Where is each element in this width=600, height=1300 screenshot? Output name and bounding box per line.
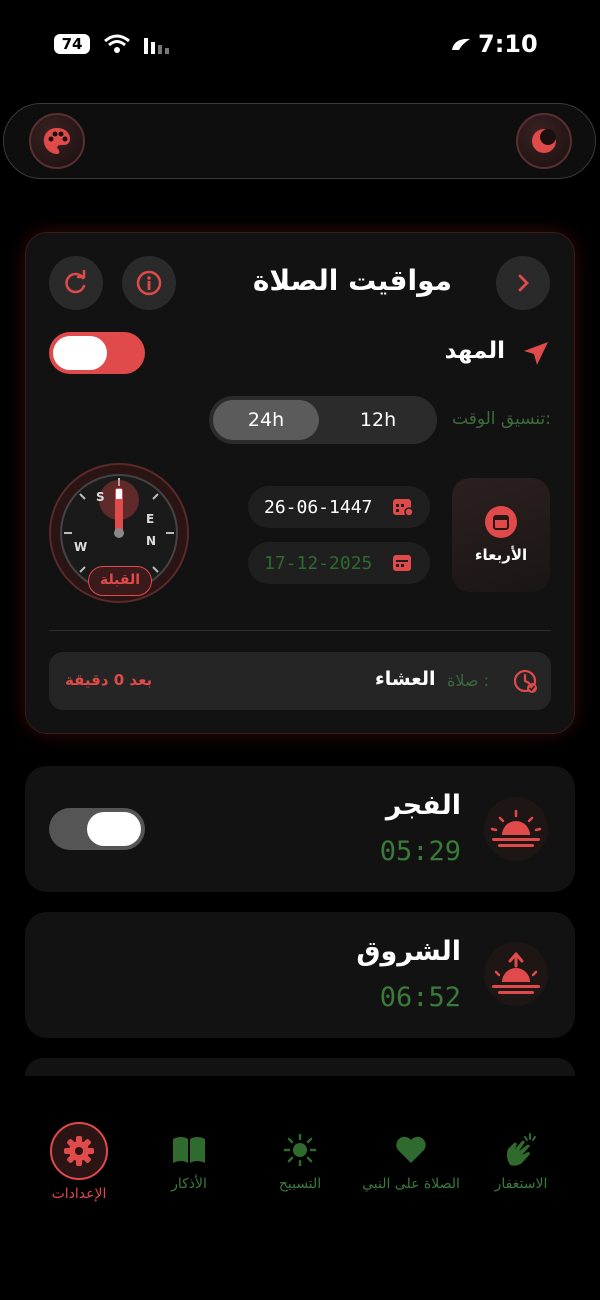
sun-rise-arrow-icon	[484, 942, 548, 1006]
prayer-time: 06:52	[379, 982, 461, 1013]
gregorian-date: 17-12-2025	[264, 553, 373, 574]
wifi-icon	[104, 34, 130, 54]
hands-icon	[501, 1130, 541, 1170]
info-icon	[136, 270, 162, 296]
time-format-switch: 24h 12h	[209, 396, 437, 444]
auto-location-toggle[interactable]	[49, 332, 145, 374]
refresh-icon	[63, 270, 89, 296]
prayer-row-partial[interactable]	[25, 1058, 575, 1076]
gear-icon	[50, 1122, 108, 1180]
hijri-date: 26-06-1447	[264, 497, 373, 518]
nav-salawat[interactable]: الصلاة على النبي	[356, 1130, 466, 1192]
hijri-date-pill: 26-06-1447	[248, 486, 430, 528]
compass-dir-w: W	[74, 540, 88, 554]
gregorian-date-pill: 17-12-2025	[248, 542, 430, 584]
nav-settings[interactable]: الإعدادات	[24, 1122, 134, 1202]
prayer-name: الفجر	[385, 790, 461, 821]
time-format-label: تنسيق الوقت:	[452, 409, 551, 429]
compass-dir-e: E	[146, 512, 155, 526]
sun-icon	[280, 1130, 320, 1170]
battery-level: 74	[54, 34, 90, 54]
nav-tasbih[interactable]: التسبيح	[245, 1130, 355, 1192]
signal-icon	[144, 36, 172, 54]
info-button[interactable]	[122, 256, 176, 310]
weekday-name: الأربعاء	[474, 546, 528, 564]
sunrise-icon	[484, 797, 548, 861]
page-title: مواقيت الصلاة	[252, 264, 452, 297]
next-prayer-remaining: بعد 0 دقيقة	[65, 671, 153, 689]
palette-icon	[41, 125, 73, 157]
nav-label: الصلاة على النبي	[362, 1176, 460, 1192]
nav-istighfar[interactable]: الاستغفار	[466, 1130, 576, 1192]
clock-check-icon	[513, 669, 539, 695]
chevron-right-icon	[513, 273, 533, 293]
status-time: 7:10	[478, 30, 538, 58]
compass-dir-n: N	[146, 534, 157, 548]
weekday-card: الأربعاء	[452, 478, 550, 592]
refresh-button[interactable]	[49, 256, 103, 310]
prayer-time: 05:29	[379, 836, 461, 867]
nav-label: الاستغفار	[494, 1176, 548, 1192]
heart-icon	[391, 1130, 431, 1170]
location-arrow-icon	[522, 340, 550, 368]
moon-icon	[529, 126, 559, 156]
next-prayer-name: العشاء	[375, 668, 436, 690]
calendar-icon	[485, 506, 517, 538]
hijri-calendar-icon	[392, 497, 414, 517]
format-12h-option[interactable]: 12h	[323, 400, 433, 440]
next-prayer-bar: بعد 0 دقيقة العشاء صلاة :	[49, 652, 551, 710]
location-name: المهد	[444, 338, 505, 364]
top-bar	[3, 103, 596, 179]
prayer-name: الشروق	[356, 936, 461, 967]
nav-label: التسبيح	[278, 1176, 322, 1192]
nav-azkar[interactable]: الأذكار	[134, 1130, 244, 1192]
toggle-knob	[53, 336, 107, 370]
divider	[49, 630, 551, 631]
nav-label: الأذكار	[171, 1176, 207, 1192]
focus-mode-icon	[450, 36, 472, 54]
format-24h-option[interactable]: 24h	[213, 400, 319, 440]
fajr-alert-toggle[interactable]	[49, 808, 145, 850]
compass-dir-s: S	[96, 490, 105, 504]
theme-palette-button[interactable]	[29, 113, 85, 169]
gregorian-calendar-icon	[392, 553, 412, 573]
next-button[interactable]	[496, 256, 550, 310]
toggle-knob	[87, 812, 141, 846]
dark-mode-button[interactable]	[516, 113, 572, 169]
nav-label: الإعدادات	[51, 1186, 107, 1202]
next-prayer-label: صلاة :	[447, 671, 489, 690]
qibla-label: القبلة	[88, 566, 152, 596]
book-icon	[169, 1130, 209, 1170]
